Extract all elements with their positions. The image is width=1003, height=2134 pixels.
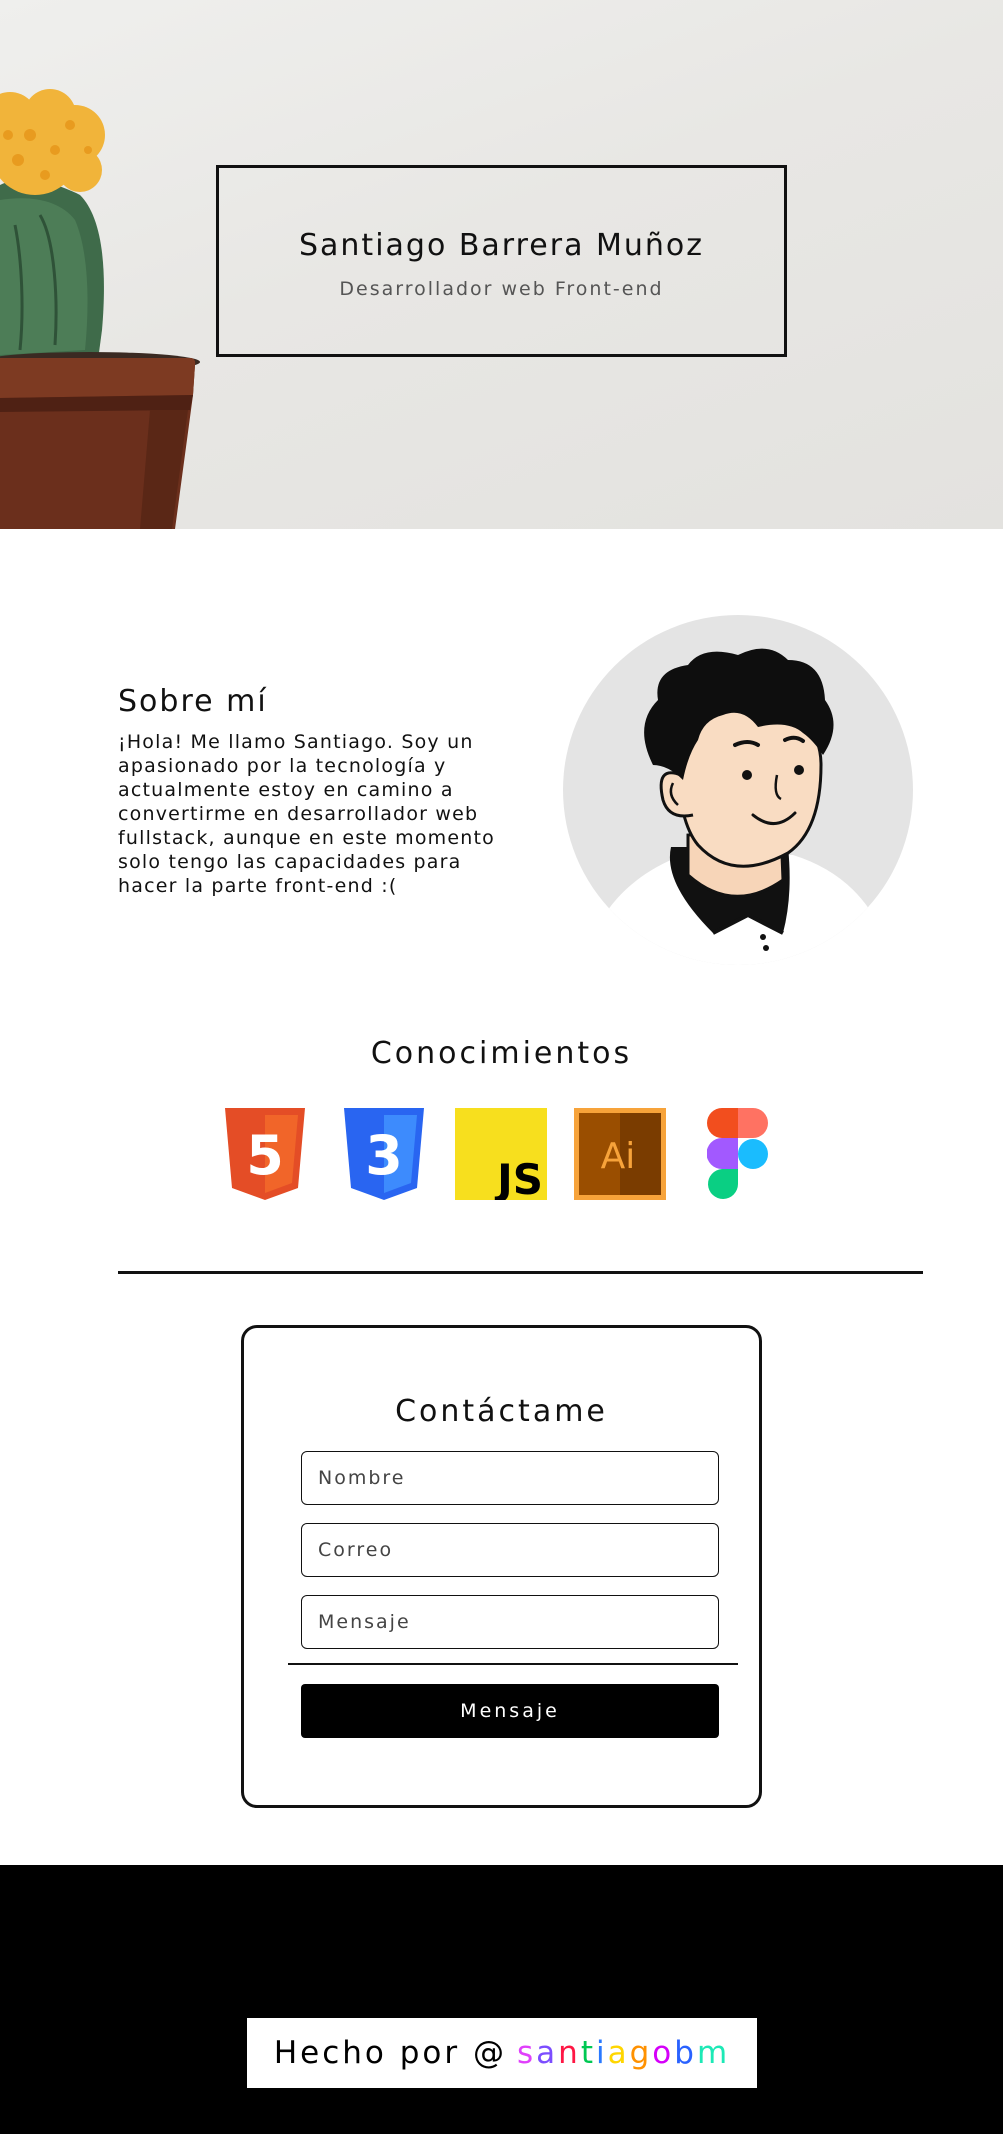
- section-divider: [118, 1271, 923, 1274]
- handle-letter: s: [517, 2035, 537, 2071]
- hero-title-box: Santiago Barrera Muñoz Desarrollador web…: [216, 165, 787, 357]
- handle-letter: a: [607, 2035, 630, 2071]
- avatar-illustration: [563, 615, 913, 965]
- figma-icon: [707, 1108, 768, 1199]
- credit-prefix: Hecho por @: [273, 2035, 507, 2071]
- illustrator-label: Ai: [601, 1136, 636, 1177]
- contact-form-card: Contáctame Mensaje: [241, 1325, 762, 1808]
- handle-letter: t: [580, 2035, 596, 2071]
- about-title: Sobre mí: [118, 684, 268, 719]
- css3-label: 3: [365, 1124, 403, 1187]
- credit-box: Hecho por @ santiagobm: [247, 2018, 757, 2088]
- handle-letter: g: [629, 2035, 653, 2071]
- html5-icon: 5: [225, 1108, 305, 1200]
- email-input[interactable]: [301, 1523, 719, 1577]
- handle-letter: i: [595, 2035, 608, 2071]
- handle-letter: b: [674, 2035, 697, 2071]
- hero-banner: Santiago Barrera Muñoz Desarrollador web…: [0, 0, 1003, 529]
- author-handle: santiagobm: [517, 2035, 730, 2071]
- message-input[interactable]: [301, 1595, 719, 1649]
- name-input[interactable]: [301, 1451, 719, 1505]
- illustrator-icon: Ai: [574, 1108, 666, 1200]
- submit-button[interactable]: Mensaje: [301, 1684, 719, 1738]
- form-divider: [288, 1663, 738, 1665]
- javascript-label: JS: [494, 1155, 543, 1200]
- handle-letter: m: [696, 2035, 731, 2071]
- contact-title: Contáctame: [395, 1394, 608, 1429]
- css3-icon: 3: [344, 1108, 424, 1200]
- handle-letter: n: [558, 2035, 581, 2071]
- skills-title: Conocimientos: [370, 1036, 633, 1071]
- about-text: ¡Hola! Me llamo Santiago. Soy un apasion…: [118, 731, 495, 897]
- author-role: Desarrollador web Front-end: [339, 278, 664, 300]
- handle-letter: a: [536, 2035, 559, 2071]
- handle-letter: o: [652, 2035, 675, 2071]
- html5-label: 5: [246, 1124, 284, 1187]
- author-name: Santiago Barrera Muñoz: [298, 228, 705, 263]
- javascript-icon: JS: [455, 1108, 547, 1200]
- footer: Hecho por @ santiagobm: [0, 1865, 1003, 2134]
